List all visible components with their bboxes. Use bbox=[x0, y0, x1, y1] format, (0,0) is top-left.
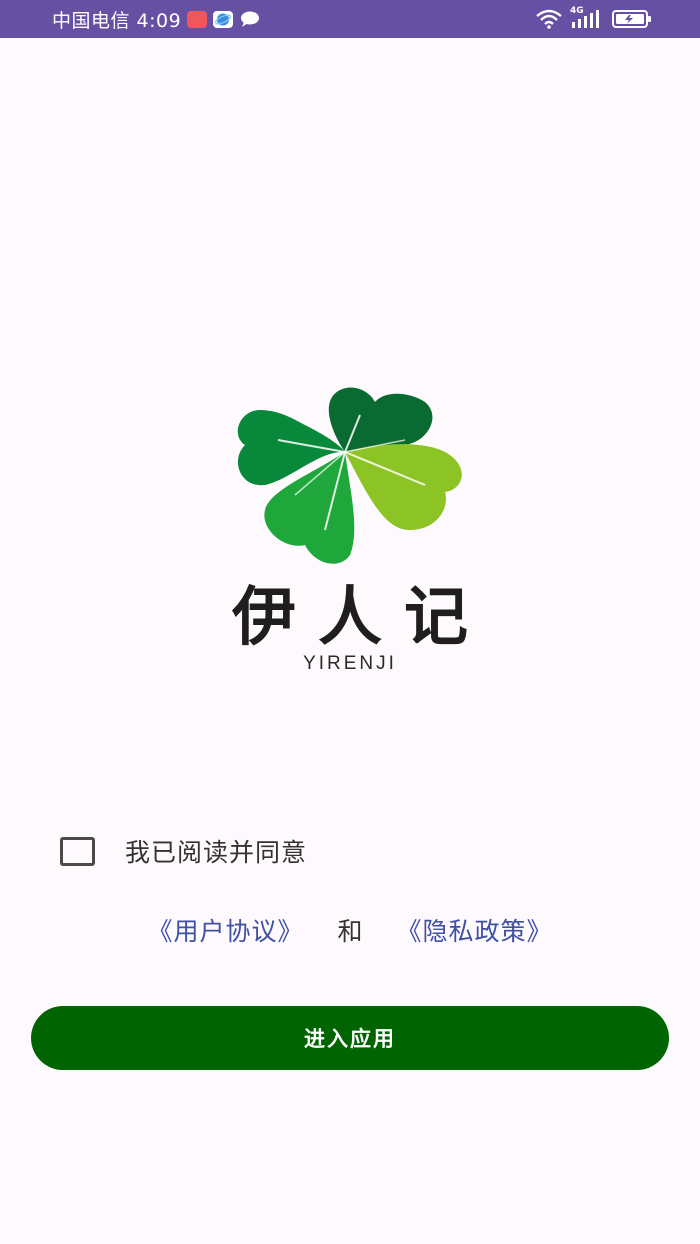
agree-checkbox[interactable] bbox=[60, 836, 95, 866]
brand-name: 伊人记 bbox=[232, 580, 490, 655]
conjunction-text: 和 bbox=[337, 917, 363, 946]
app-badge-icon bbox=[187, 10, 208, 28]
battery-icon bbox=[612, 10, 651, 28]
status-right: 4G bbox=[536, 6, 652, 32]
user-agreement-link[interactable]: 《用户协议》 bbox=[148, 917, 304, 946]
agreement-row: 我已阅读并同意 bbox=[60, 833, 307, 869]
app-logo: 伊人记 YIRENJI bbox=[200, 380, 500, 680]
carrier-time: 中国电信 4:09 bbox=[52, 9, 182, 32]
clover-leaf-icon bbox=[237, 387, 462, 564]
signal-icon bbox=[572, 10, 599, 28]
browser-icon bbox=[213, 10, 234, 28]
agreement-text: 我已阅读并同意 bbox=[125, 838, 308, 867]
enter-app-button[interactable]: 进入应用 bbox=[31, 1006, 669, 1070]
status-bar: 中国电信 4:09 4G bbox=[0, 0, 700, 38]
signal-group: 4G bbox=[570, 6, 604, 30]
wifi-icon bbox=[536, 9, 562, 29]
policy-links: 《用户协议》 和 《隐私政策》 bbox=[0, 912, 700, 952]
status-left: 中国电信 4:09 bbox=[52, 6, 261, 32]
privacy-policy-link[interactable]: 《隐私政策》 bbox=[396, 917, 552, 946]
message-icon bbox=[241, 11, 260, 27]
brand-latin: YIRENJI bbox=[303, 653, 397, 674]
